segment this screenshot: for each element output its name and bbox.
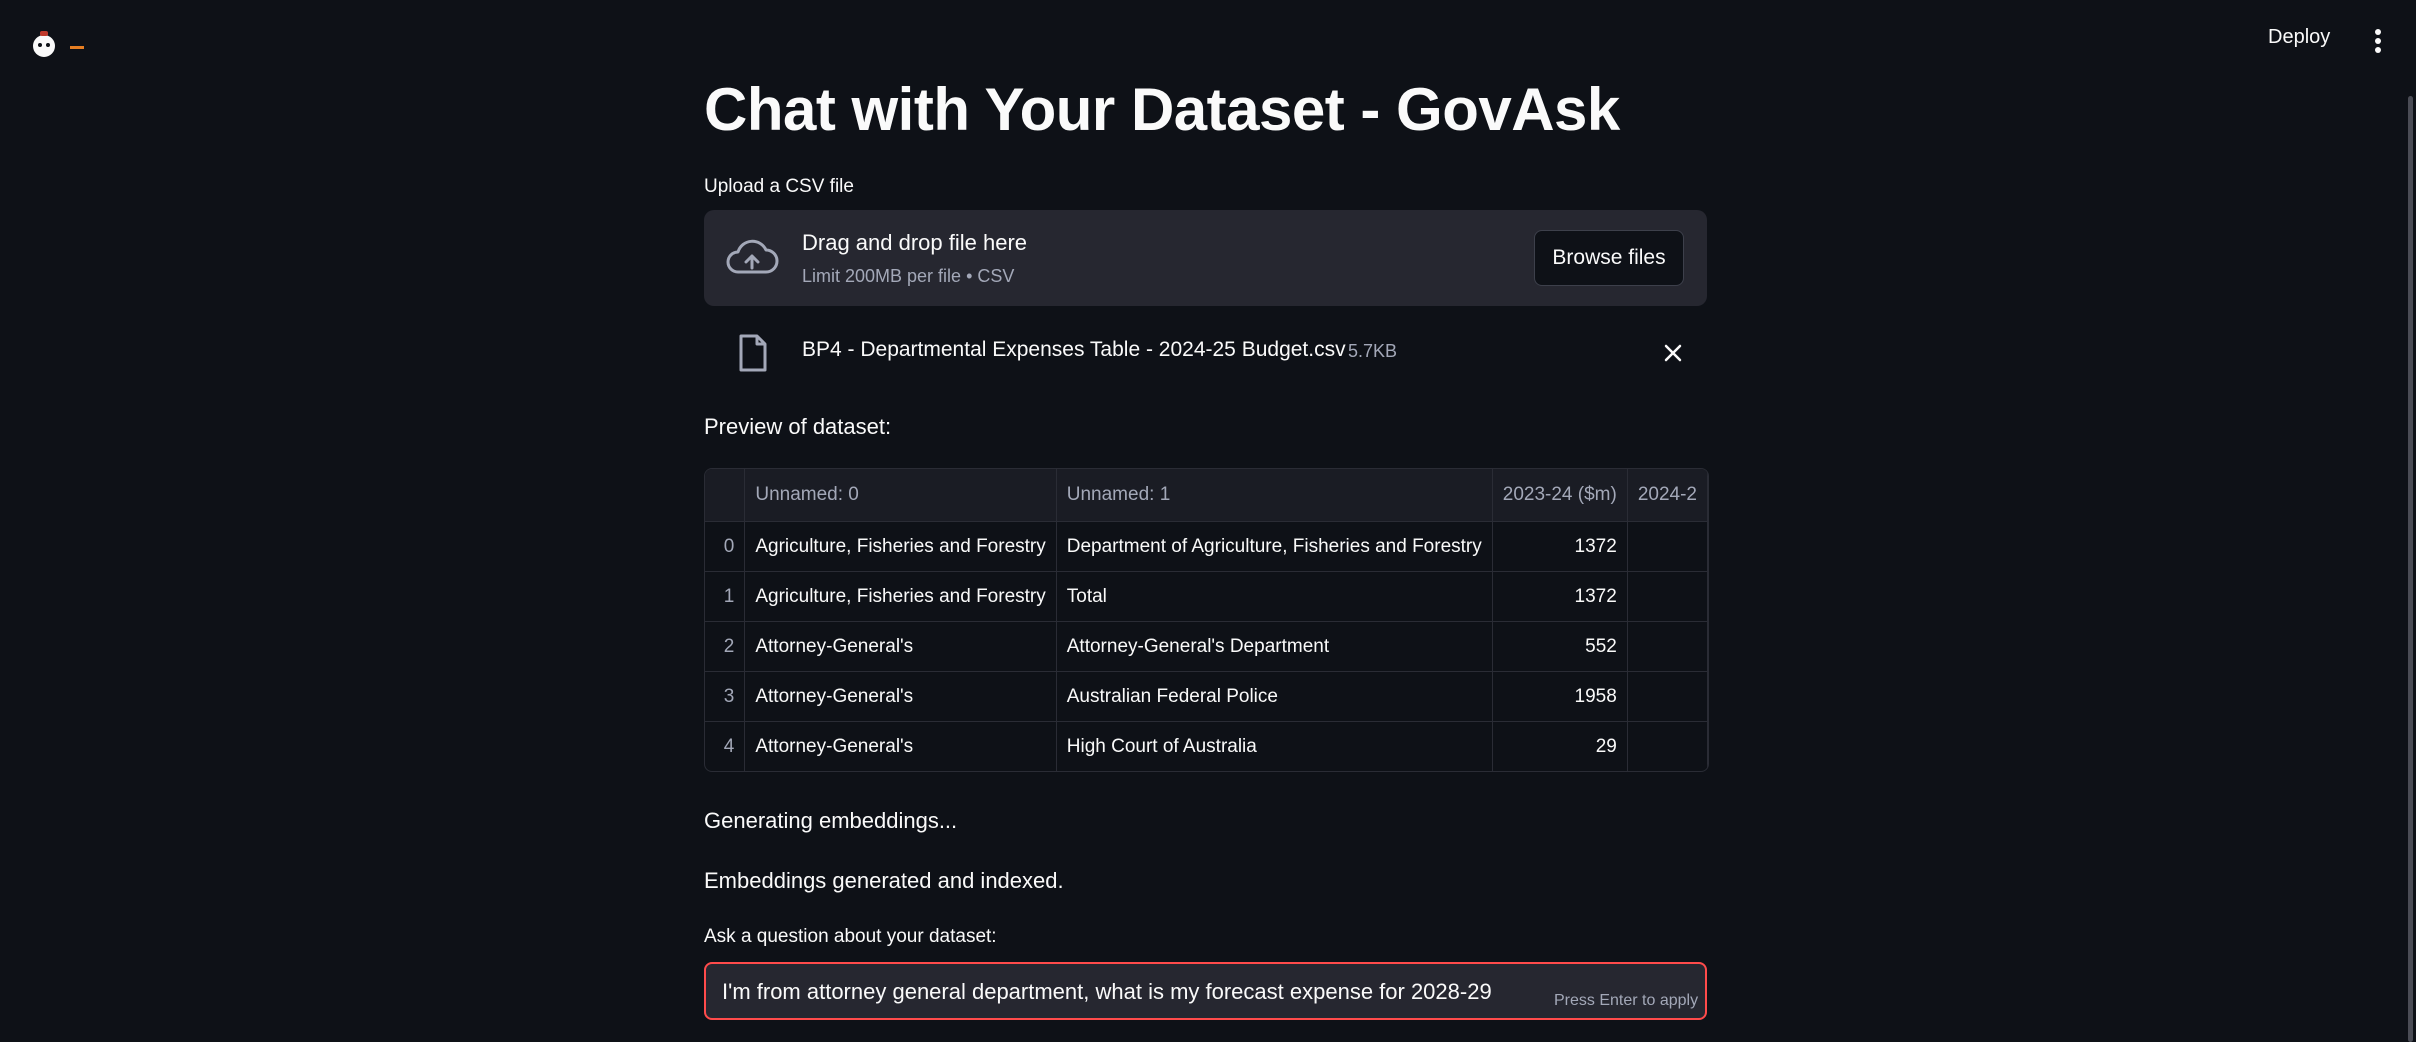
table-row: 0 Agriculture, Fisheries and Forestry De… <box>705 521 1708 572</box>
table-row: 3 Attorney-General's Australian Federal … <box>705 671 1708 722</box>
table-cell[interactable]: 1372 <box>1492 521 1628 572</box>
app-logo <box>26 24 90 64</box>
row-index: 0 <box>705 521 746 572</box>
question-label: Ask a question about your dataset: <box>704 926 997 947</box>
row-index: 4 <box>705 721 746 771</box>
table-cell[interactable] <box>1627 721 1708 771</box>
dropzone-title: Drag and drop file here <box>802 230 1028 255</box>
page-title: Chat with Your Dataset - GovAsk <box>704 76 1620 143</box>
uploaded-file-name: BP4 - Departmental Expenses Table - 2024… <box>802 338 1346 361</box>
table-header-index[interactable] <box>705 469 746 522</box>
table-cell[interactable]: High Court of Australia <box>1056 721 1493 771</box>
row-index: 2 <box>705 621 746 672</box>
deploy-button[interactable]: Deploy <box>2268 26 2330 49</box>
table-cell[interactable]: Australian Federal Police <box>1056 671 1493 722</box>
table-header-row: Unnamed: 0 Unnamed: 1 2023-24 ($m) 2024-… <box>705 469 1708 522</box>
row-index: 1 <box>705 571 746 622</box>
table-header-2023-24[interactable]: 2023-24 ($m) <box>1492 469 1628 522</box>
status-generating: Generating embeddings... <box>704 808 958 833</box>
table-cell[interactable]: 1372 <box>1492 571 1628 622</box>
question-field[interactable]: Press Enter to apply <box>704 962 1707 1020</box>
table-cell[interactable]: Attorney-General's <box>744 721 1057 771</box>
dropzone-subtitle: Limit 200MB per file • CSV <box>802 266 1015 286</box>
table-cell[interactable]: Attorney-General's Department <box>1056 621 1493 672</box>
kebab-menu-icon[interactable] <box>2368 26 2388 56</box>
table-row: 2 Attorney-General's Attorney-General's … <box>705 621 1708 672</box>
uploaded-file-row: BP4 - Departmental Expenses Table - 2024… <box>704 324 1707 380</box>
table-header-2024-25[interactable]: 2024-2 <box>1627 469 1708 522</box>
upload-label: Upload a CSV file <box>704 176 854 197</box>
table-cell[interactable]: Agriculture, Fisheries and Forestry <box>744 521 1057 572</box>
table-cell[interactable]: Attorney-General's <box>744 621 1057 672</box>
table-cell[interactable]: 1958 <box>1492 671 1628 722</box>
cloud-upload-icon <box>724 234 780 282</box>
table-cell[interactable]: Attorney-General's <box>744 671 1057 722</box>
table-row: 4 Attorney-General's High Court of Austr… <box>705 721 1708 771</box>
remove-file-close-icon[interactable] <box>1660 340 1686 366</box>
table-cell[interactable] <box>1627 521 1708 572</box>
browse-files-button[interactable]: Browse files <box>1534 230 1684 286</box>
row-index: 3 <box>705 671 746 722</box>
table-cell[interactable]: Agriculture, Fisheries and Forestry <box>744 571 1057 622</box>
table-cell[interactable] <box>1627 571 1708 622</box>
table-cell[interactable]: 552 <box>1492 621 1628 672</box>
preview-label: Preview of dataset: <box>704 414 892 439</box>
page-scrollbar[interactable] <box>2408 96 2413 1042</box>
table-header-unnamed-1[interactable]: Unnamed: 1 <box>1056 469 1493 522</box>
press-enter-hint: Press Enter to apply <box>1554 992 1699 1009</box>
table-cell[interactable]: Total <box>1056 571 1493 622</box>
table-row: 1 Agriculture, Fisheries and Forestry To… <box>705 571 1708 622</box>
table-cell[interactable] <box>1627 671 1708 722</box>
dataset-preview-table[interactable]: Unnamed: 0 Unnamed: 1 2023-24 ($m) 2024-… <box>704 468 1709 772</box>
table-cell[interactable] <box>1627 621 1708 672</box>
table-cell[interactable]: 29 <box>1492 721 1628 771</box>
status-embeddings-done: Embeddings generated and indexed. <box>704 868 1064 893</box>
file-dropzone[interactable]: Drag and drop file here Limit 200MB per … <box>704 210 1707 306</box>
table-cell[interactable]: Department of Agriculture, Fisheries and… <box>1056 521 1493 572</box>
file-icon <box>738 334 768 372</box>
table-header-unnamed-0[interactable]: Unnamed: 0 <box>744 469 1057 522</box>
question-input[interactable] <box>720 964 1544 1020</box>
uploaded-file-size: 5.7KB <box>1348 341 1398 361</box>
